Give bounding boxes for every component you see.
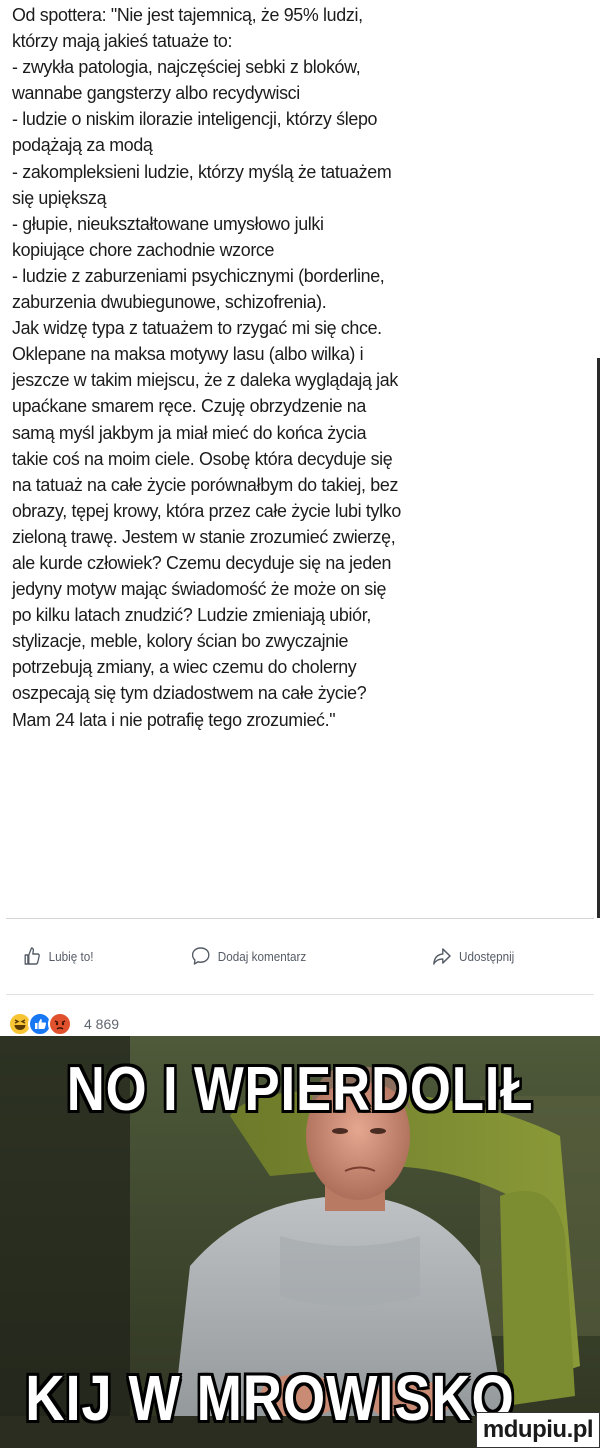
post-line: którzy mają jakieś tatuaże to: — [12, 30, 233, 52]
comment-label: Dodaj komentarz — [217, 948, 307, 964]
post-line: upaćkane smarem ręce. Czuję obrzydzenie … — [12, 395, 366, 417]
watermark-logo: mdupiu.pl — [476, 1412, 600, 1448]
post-line: Od spottera: "Nie jest tajemnicą, że 95%… — [12, 4, 363, 25]
post-line: takie coś na moim ciele. Osobę która dec… — [12, 447, 393, 469]
post-line: się upiększą — [12, 186, 107, 208]
post-line: Mam 24 lata i nie potrafię tego zrozumie… — [12, 708, 336, 730]
post-line: - zwykła patologia, najczęściej sebki z … — [12, 56, 361, 78]
post-line: ale kurde człowiek? Czemu decyduje się n… — [12, 551, 392, 573]
post-line: samą myśl jakbym ja miał mieć do końca ż… — [12, 421, 367, 443]
share-label: Udostępnij — [459, 948, 515, 964]
post-line: podążają za modą — [12, 134, 153, 156]
reaction-count: 4 869 — [84, 1016, 120, 1032]
thumbs-up-icon — [24, 947, 40, 965]
post-line: potrzebują zmiany, a wiec czemu do chole… — [12, 656, 357, 678]
divider — [6, 918, 594, 919]
post-line: kopiujące chore zachodnie wzorce — [12, 238, 275, 260]
post-line: - ludzie z zaburzeniami psychicznymi (bo… — [12, 264, 385, 286]
post-text: Od spottera: "Nie jest tajemnicą, że 95%… — [12, 2, 573, 733]
post-line: zieloną trawę. Jestem w stanie zrozumieć… — [12, 525, 396, 547]
post-line: stylizacje, meble, kolory ścian bo zwycz… — [12, 630, 349, 652]
share-button[interactable]: Udostępnij — [432, 946, 514, 966]
post-line: - głupie, nieukształtowane umysłowo julk… — [12, 212, 324, 234]
post-line: Jak widzę typa z tatuażem to rzygać mi s… — [12, 317, 382, 339]
angry-icon — [48, 1012, 72, 1036]
meme-bottom-caption: KIJ W MROWISKO — [25, 1362, 515, 1434]
comment-button[interactable]: Dodaj komentarz — [191, 946, 306, 966]
post-line: zaburzenia dwubiegunowe, schizofrenia). — [12, 291, 327, 313]
meme-top-caption: NO I WPIERDOLIŁ — [66, 1055, 534, 1124]
like-label: Lubię to! — [48, 948, 94, 964]
post-line: - zakompleksieni ludzie, którzy myślą że… — [12, 160, 392, 182]
post-line: wannabe gangsterzy albo recydywisci — [12, 82, 300, 104]
like-button[interactable]: Lubię to! — [23, 946, 93, 966]
post-line: Oklepane na maksa motywy lasu (albo wilk… — [12, 343, 364, 365]
reactions-summary[interactable]: 4 869 — [8, 1010, 119, 1038]
post-line: na tatuaż na całe życie porównałbym do t… — [12, 473, 399, 495]
divider — [6, 994, 594, 995]
share-icon — [433, 948, 451, 965]
post-line: po kilku latach znudzić? Ludzie zmieniaj… — [12, 604, 371, 626]
post-line: jeszcze w takim miejscu, że z daleka wyg… — [12, 369, 398, 391]
comment-icon — [191, 947, 210, 965]
post-line: obrazy, tępej krowy, która przez całe ży… — [12, 499, 401, 521]
meme-image: NO I WPIERDOLIŁ KIJ W MROWISKO mdupiu.pl — [0, 1036, 600, 1448]
post-line: jedyny motyw mając świadomość że może on… — [12, 578, 387, 600]
post-line: oszpecają się tym dziadostwem na całe ży… — [12, 682, 367, 704]
post-actions: Lubię to! Dodaj komentarz Udostępnij — [0, 936, 540, 976]
post-line: - ludzie o niskim ilorazie inteligencji,… — [12, 108, 378, 130]
